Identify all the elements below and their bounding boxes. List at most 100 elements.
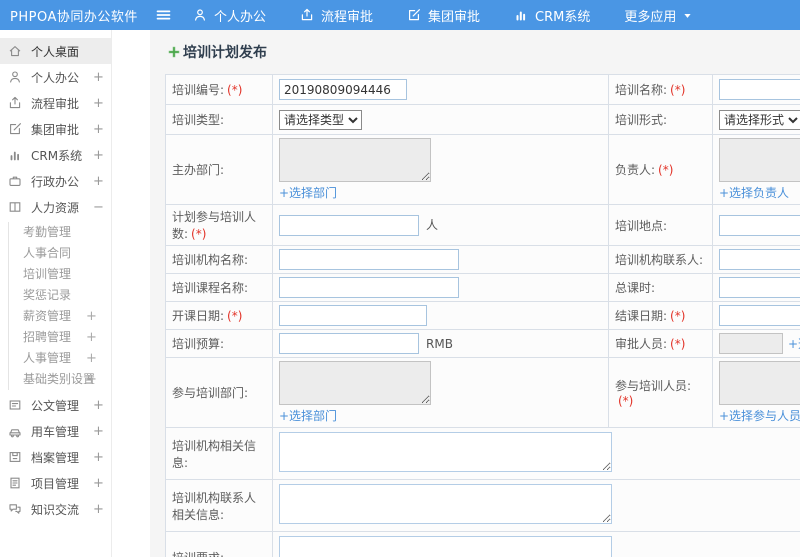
- required-mark: (*): [191, 227, 207, 241]
- sidebar-subitem-label: 基础类别设置: [23, 372, 96, 386]
- topbar: PHPOA协同办公软件 个人办公 流程审批 集团审批 CRM系统 更多应用: [0, 0, 800, 30]
- topnav-workflow-approval[interactable]: 流程审批: [300, 6, 373, 25]
- briefcase-icon: [8, 174, 22, 188]
- sidebar-subitem-training[interactable]: 培训管理: [9, 264, 111, 285]
- sidebar-subitem-personnel[interactable]: 人事管理 +: [9, 348, 111, 369]
- select-join-dept-link[interactable]: +选择部门: [279, 407, 337, 424]
- topnav-label: 流程审批: [321, 9, 374, 25]
- edit-icon: [8, 122, 22, 136]
- start-date-input[interactable]: [279, 305, 427, 326]
- training-type-select[interactable]: 请选择类型: [279, 109, 362, 130]
- approver-input[interactable]: [719, 333, 783, 354]
- sidebar-item-human-resources[interactable]: 人力资源 −: [0, 194, 111, 220]
- budget-input[interactable]: [279, 333, 419, 354]
- select-leader-link[interactable]: +选择负责人: [719, 184, 789, 201]
- collapse-minus-icon[interactable]: −: [93, 200, 104, 215]
- chart-icon: [514, 8, 528, 22]
- sidebar-item-project-management[interactable]: 项目管理 +: [0, 470, 111, 496]
- sidebar-item-workflow-approval[interactable]: 流程审批 +: [0, 90, 111, 116]
- org-info-textarea[interactable]: [279, 432, 612, 472]
- app-brand: PHPOA协同办公软件: [10, 9, 138, 25]
- sidebar-item-group-approval[interactable]: 集团审批 +: [0, 116, 111, 142]
- planned-count-input[interactable]: [279, 214, 419, 236]
- required-mark: (*): [227, 83, 243, 97]
- sidebar-item-label: 流程审批: [31, 96, 80, 111]
- field-label-org-contact-info: 培训机构联系人相关信息:: [165, 479, 273, 532]
- sidebar-item-knowledge-exchange[interactable]: 知识交流 +: [0, 496, 111, 522]
- host-dept-textarea[interactable]: [279, 138, 431, 182]
- org-contact-input[interactable]: [719, 249, 800, 270]
- sidebar-subitem-base-categories[interactable]: 基础类别设置 +: [9, 369, 111, 390]
- required-mark: (*): [670, 83, 686, 97]
- leader-textarea[interactable]: [719, 138, 800, 182]
- sidebar-item-archives[interactable]: 档案管理 +: [0, 444, 111, 470]
- sidebar-item-crm-system[interactable]: CRM系统 +: [0, 142, 111, 168]
- hamburger-menu-icon[interactable]: [156, 8, 171, 22]
- expand-plus-icon[interactable]: +: [93, 70, 104, 85]
- org-name-input[interactable]: [279, 249, 459, 270]
- join-dept-textarea[interactable]: [279, 361, 431, 405]
- notebook-icon: [8, 476, 22, 490]
- requirements-textarea[interactable]: [279, 536, 612, 557]
- sidebar-item-official-docs[interactable]: 公文管理 +: [0, 392, 111, 418]
- topnav-group-approval[interactable]: 集团审批: [407, 6, 480, 25]
- sidebar-item-personal-office[interactable]: 个人办公 +: [0, 64, 111, 90]
- org-contact-info-textarea[interactable]: [279, 484, 612, 524]
- page-title: 培训计划发布: [168, 42, 800, 62]
- sidebar-subitem-hr-contract[interactable]: 人事合同: [9, 243, 111, 264]
- required-mark: (*): [618, 394, 634, 408]
- select-approver-link[interactable]: +选择审批人员: [788, 337, 800, 351]
- expand-plus-icon[interactable]: +: [93, 450, 104, 465]
- field-label-end-date: 结课日期: (*): [608, 301, 713, 330]
- field-label-planned-count: 计划参与培训人数: (*): [165, 204, 273, 246]
- sidebar-subitem-recruitment[interactable]: 招聘管理 +: [9, 327, 111, 348]
- expand-plus-icon[interactable]: +: [86, 327, 97, 348]
- end-date-input[interactable]: [719, 305, 800, 326]
- training-form-select[interactable]: 请选择形式: [719, 109, 800, 130]
- expand-plus-icon[interactable]: +: [93, 424, 104, 439]
- sidebar-item-vehicle-management[interactable]: 用车管理 +: [0, 418, 111, 444]
- field-label-location: 培训地点:: [608, 204, 713, 246]
- expand-plus-icon[interactable]: +: [93, 122, 104, 137]
- sidebar-subitem-attendance[interactable]: 考勤管理: [9, 222, 111, 243]
- sidebar-subitem-rewards[interactable]: 奖惩记录: [9, 285, 111, 306]
- expand-plus-icon[interactable]: +: [86, 348, 97, 369]
- person-icon: [193, 8, 207, 22]
- location-input[interactable]: [719, 214, 800, 236]
- total-hours-input[interactable]: [719, 277, 800, 298]
- expand-plus-icon[interactable]: +: [93, 398, 104, 413]
- training-form-table: 培训编号:(*) 培训名称:(*) 培训类型: 请选择类型 培训形式: 请选择形…: [165, 74, 800, 557]
- sidebar-subitem-salary[interactable]: 薪资管理 +: [9, 306, 111, 327]
- sidebar-menu: 个人桌面 个人办公 + 流程审批 + 集团审批 + CRM系统 + 行政办公 +…: [0, 30, 112, 557]
- book-icon: [8, 200, 22, 214]
- expand-plus-icon[interactable]: +: [93, 174, 104, 189]
- unit-suffix: 人: [426, 218, 439, 232]
- sidebar-subitem-label: 奖惩记录: [23, 288, 72, 302]
- sidebar-item-label: 个人办公: [31, 70, 80, 85]
- required-mark: (*): [670, 309, 686, 323]
- expand-plus-icon[interactable]: +: [93, 502, 104, 517]
- chart-icon: [8, 148, 22, 162]
- training-no-input[interactable]: [279, 79, 407, 100]
- topnav-more-apps[interactable]: 更多应用: [624, 6, 692, 25]
- select-dept-link[interactable]: +选择部门: [279, 184, 337, 201]
- select-join-people-link[interactable]: +选择参与人员: [719, 407, 800, 424]
- topnav-label: 个人办公: [214, 9, 267, 25]
- topnav-label: 集团审批: [428, 9, 481, 25]
- course-name-input[interactable]: [279, 277, 459, 298]
- top-nav: 个人办公 流程审批 集团审批 CRM系统 更多应用: [193, 6, 726, 25]
- sidebar-item-personal-desktop[interactable]: 个人桌面: [0, 38, 111, 64]
- join-people-textarea[interactable]: [719, 361, 800, 405]
- expand-plus-icon[interactable]: +: [93, 476, 104, 491]
- sidebar-item-admin-office[interactable]: 行政办公 +: [0, 168, 111, 194]
- sidebar-item-label: 用车管理: [31, 424, 80, 439]
- expand-plus-icon[interactable]: +: [93, 148, 104, 163]
- expand-plus-icon[interactable]: +: [93, 96, 104, 111]
- add-icon: [168, 46, 180, 58]
- topnav-personal-office[interactable]: 个人办公: [193, 6, 266, 25]
- topnav-crm-system[interactable]: CRM系统: [514, 6, 590, 25]
- training-name-input[interactable]: [719, 79, 800, 100]
- sidebar-item-label: 档案管理: [31, 450, 80, 465]
- expand-plus-icon[interactable]: +: [86, 306, 97, 327]
- expand-plus-icon[interactable]: +: [86, 369, 97, 390]
